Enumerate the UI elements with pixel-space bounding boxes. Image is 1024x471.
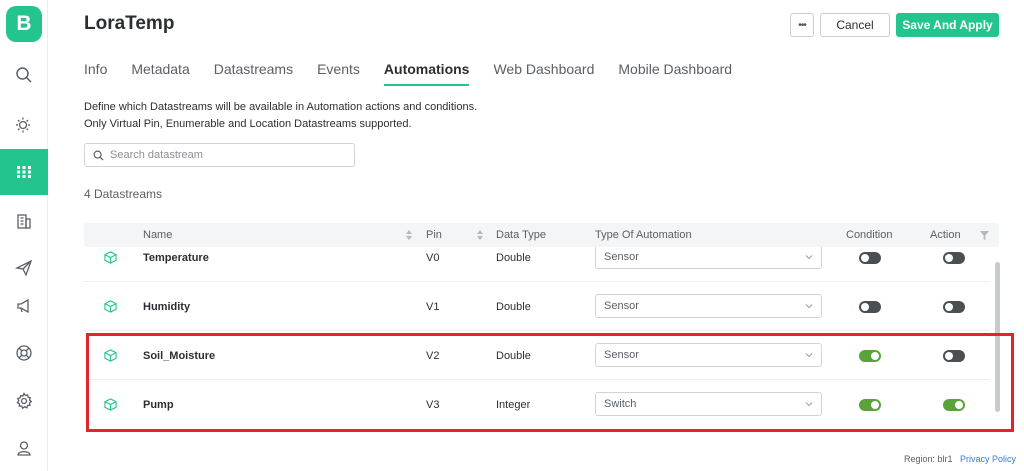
datastream-data-type: Integer [496,398,531,411]
filter-icon[interactable] [980,231,989,240]
blynk-logo[interactable]: B [6,6,42,42]
sort-icon[interactable] [477,230,483,240]
action-toggle[interactable] [943,350,965,362]
table-scrollbar[interactable] [995,262,1000,412]
datastream-pin: V2 [426,349,440,362]
gear-icon [16,392,33,410]
sidebar-item-settings[interactable] [0,378,48,424]
chevron-down-icon [805,353,813,358]
datastream-pin: V3 [426,398,440,411]
description-line: Define which Datastreams will be availab… [84,101,478,113]
sun-icon [16,117,30,133]
cancel-button[interactable]: Cancel [820,13,890,37]
table-header: Name Pin Data Type Type Of Automation Co… [84,223,999,247]
megaphone-icon [17,298,29,314]
datastream-pin: V1 [426,300,440,313]
sidebar-item-profile[interactable] [0,425,48,471]
lifebuoy-icon [16,345,32,361]
search-icon [93,150,104,161]
tab-metadata[interactable]: Metadata [131,60,189,86]
sidebar-item-templates[interactable] [0,149,48,195]
column-header-pin[interactable]: Pin [426,229,442,241]
chevron-down-icon [805,304,813,309]
cube-icon [104,331,117,380]
datastream-name: Pump [143,398,174,411]
tab-events[interactable]: Events [317,60,360,86]
condition-toggle[interactable] [859,350,881,362]
tab-bar: Info Metadata Datastreams Events Automat… [84,60,756,86]
chevron-down-icon [805,402,813,407]
page-title: LoraTemp [84,13,175,34]
automation-type-select[interactable]: Switch [595,392,822,416]
automation-type-select[interactable]: Sensor [595,247,822,269]
sidebar-item-sun[interactable] [0,102,48,148]
cube-icon [104,282,117,331]
select-value: Sensor [604,300,639,312]
tab-automations[interactable]: Automations [383,60,469,86]
column-header-automation-type: Type Of Automation [595,229,692,241]
action-toggle[interactable] [943,399,965,411]
send-icon [15,259,33,277]
region-label: Region: blr1 [904,454,953,464]
sidebar: B [0,0,48,471]
sidebar-item-support[interactable] [0,330,48,376]
tab-web-dashboard[interactable]: Web Dashboard [493,60,594,86]
tab-datastreams[interactable]: Datastreams [214,60,293,86]
select-value: Switch [604,398,637,410]
table-row: Pump V3 Integer Switch [84,380,990,429]
condition-toggle[interactable] [859,252,881,264]
column-header-data-type: Data Type [496,229,546,241]
action-toggle[interactable] [943,252,965,264]
table-row: Soil_Moisture V2 Double Sensor [84,331,990,380]
sort-icon[interactable] [406,230,412,240]
tab-info[interactable]: Info [84,60,107,86]
table-row: Humidity V1 Double Sensor [84,282,990,331]
more-options-button[interactable]: ••• [790,13,814,37]
tab-mobile-dashboard[interactable]: Mobile Dashboard [618,60,732,86]
search-box[interactable] [84,143,355,167]
description-line: Only Virtual Pin, Enumerable and Locatio… [84,118,412,130]
column-header-condition: Condition [846,229,893,241]
privacy-policy-link[interactable]: Privacy Policy [960,454,1016,464]
select-value: Sensor [604,251,639,263]
condition-toggle[interactable] [859,399,881,411]
column-header-name[interactable]: Name [143,229,172,241]
save-and-apply-button[interactable]: Save And Apply [896,13,999,37]
datastream-data-type: Double [496,349,531,362]
automation-description: Define which Datastreams will be availab… [84,99,477,133]
datastream-name: Soil_Moisture [143,349,216,362]
chevron-down-icon [805,255,813,260]
automation-type-select[interactable]: Sensor [595,294,822,318]
sidebar-item-organizations[interactable] [0,198,48,244]
sidebar-item-announcements[interactable] [0,283,48,329]
search-icon [16,67,32,83]
column-header-action: Action [930,229,961,241]
sidebar-item-search[interactable] [0,52,48,98]
datastream-count: 4 Datastreams [84,187,163,201]
grid-icon [17,166,31,178]
datastream-data-type: Double [496,300,531,313]
building-icon [17,214,31,229]
action-toggle[interactable] [943,301,965,313]
automation-type-select[interactable]: Sensor [595,343,822,367]
datastream-name: Humidity [143,300,191,313]
search-datastream-input[interactable] [110,149,340,161]
cube-icon [104,380,117,429]
user-icon [17,441,31,456]
condition-toggle[interactable] [859,301,881,313]
select-value: Sensor [604,349,639,361]
